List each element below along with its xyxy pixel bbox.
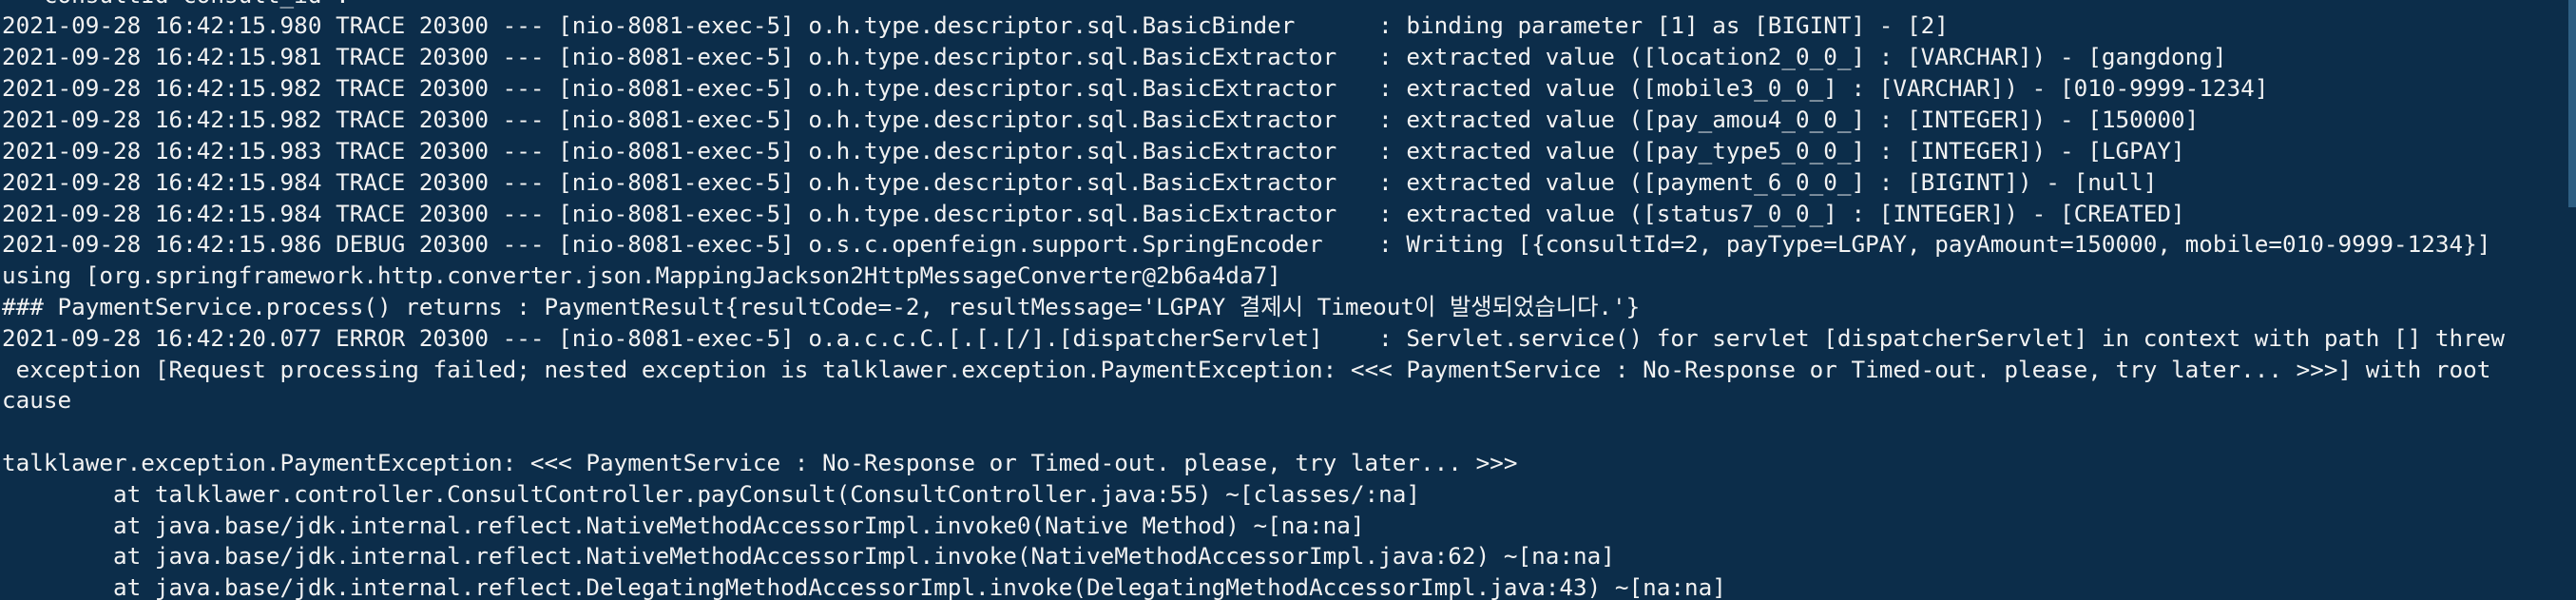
log-line: 2021-09-28 16:42:15.986 DEBUG 20300 --- … [2,230,2491,258]
scrollbar[interactable] [2568,0,2576,207]
log-line: 2021-09-28 16:42:15.980 TRACE 20300 --- … [2,11,1949,39]
terminal-window[interactable]: consultId consult_id . 2021-09-28 16:42:… [0,0,2576,600]
log-line: 2021-09-28 16:42:15.984 TRACE 20300 --- … [2,168,2158,196]
log-line: at java.base/jdk.internal.reflect.Native… [2,542,1615,570]
log-line: talklawer.exception.PaymentException: <<… [2,449,1518,476]
log-line: 2021-09-28 16:42:15.982 TRACE 20300 --- … [2,74,2269,102]
log-line: at java.base/jdk.internal.reflect.Delega… [2,573,1726,600]
log-line: at talklawer.controller.ConsultControlle… [2,480,1421,508]
log-line: 2021-09-28 16:42:15.984 TRACE 20300 --- … [2,200,2185,227]
log-line: 2021-09-28 16:42:20.077 ERROR 20300 --- … [2,324,2506,352]
log-line: 2021-09-28 16:42:15.981 TRACE 20300 --- … [2,43,2227,70]
log-line: exception [Request processing failed; ne… [2,356,2491,383]
log-line: using [org.springframework.http.converte… [2,261,1281,289]
log-line: at java.base/jdk.internal.reflect.Native… [2,512,1365,539]
log-line: cause [2,386,72,414]
log-line: 2021-09-28 16:42:15.983 TRACE 20300 --- … [2,137,2185,165]
log-line: 2021-09-28 16:42:15.982 TRACE 20300 --- … [2,106,2200,133]
log-line: ### PaymentService.process() returns : P… [2,293,1641,320]
